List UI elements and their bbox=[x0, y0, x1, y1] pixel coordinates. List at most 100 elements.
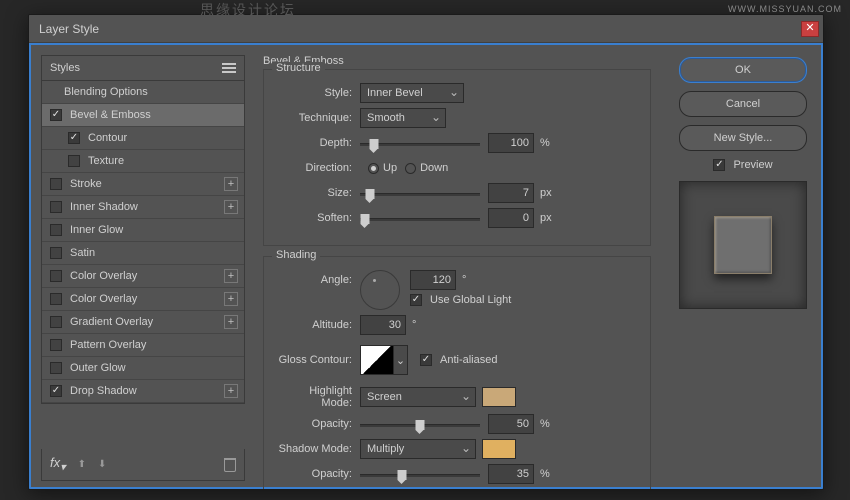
style-item-gradient-overlay[interactable]: Gradient Overlay + bbox=[42, 311, 244, 334]
ok-button[interactable]: OK bbox=[679, 57, 807, 83]
shading-legend: Shading bbox=[272, 249, 320, 261]
soften-unit: px bbox=[540, 212, 560, 224]
shadow-mode-select[interactable]: Multiply bbox=[360, 439, 476, 459]
new-style-button[interactable]: New Style... bbox=[679, 125, 807, 151]
technique-select[interactable]: Smooth bbox=[360, 108, 446, 128]
size-unit: px bbox=[540, 187, 560, 199]
highlight-opacity-label: Opacity: bbox=[276, 418, 360, 430]
style-item-satin[interactable]: Satin bbox=[42, 242, 244, 265]
style-checkbox[interactable] bbox=[68, 132, 80, 144]
style-checkbox[interactable] bbox=[50, 293, 62, 305]
arrow-up-icon[interactable]: ⬆ bbox=[78, 459, 86, 470]
style-item-outer-glow[interactable]: Outer Glow bbox=[42, 357, 244, 380]
style-item-contour[interactable]: Contour bbox=[42, 127, 244, 150]
style-label: Style: bbox=[276, 87, 360, 99]
style-checkbox[interactable] bbox=[50, 362, 62, 374]
add-effect-icon[interactable]: + bbox=[224, 315, 238, 329]
style-item-drop-shadow[interactable]: Drop Shadow + bbox=[42, 380, 244, 403]
add-effect-icon[interactable]: + bbox=[224, 177, 238, 191]
angle-input[interactable] bbox=[410, 270, 456, 290]
trash-icon[interactable] bbox=[224, 458, 236, 472]
shadow-mode-label: Shadow Mode: bbox=[276, 443, 360, 455]
structure-legend: Structure bbox=[272, 62, 325, 74]
styles-sidebar: Styles Blending Options Bevel & Emboss Co… bbox=[31, 45, 255, 487]
style-checkbox[interactable] bbox=[50, 201, 62, 213]
up-label: Up bbox=[383, 162, 397, 174]
altitude-deg: ° bbox=[412, 319, 432, 331]
s-opacity-unit: % bbox=[540, 468, 560, 480]
anti-aliased-label: Anti-aliased bbox=[440, 354, 497, 366]
arrow-down-icon[interactable]: ⬇ bbox=[98, 459, 106, 470]
shadow-color-swatch[interactable] bbox=[482, 439, 516, 459]
style-item-color-overlay[interactable]: Color Overlay + bbox=[42, 288, 244, 311]
add-effect-icon[interactable]: + bbox=[224, 384, 238, 398]
add-effect-icon[interactable]: + bbox=[224, 200, 238, 214]
highlight-mode-select[interactable]: Screen bbox=[360, 387, 476, 407]
style-item-label: Texture bbox=[88, 155, 124, 167]
angle-dial[interactable] bbox=[360, 270, 400, 310]
styles-header[interactable]: Styles bbox=[42, 56, 244, 81]
style-checkbox[interactable] bbox=[50, 178, 62, 190]
style-checkbox[interactable] bbox=[68, 155, 80, 167]
style-item-bevel-emboss[interactable]: Bevel & Emboss bbox=[42, 104, 244, 127]
gloss-contour-swatch[interactable] bbox=[360, 345, 394, 375]
style-checkbox[interactable] bbox=[50, 224, 62, 236]
style-item-inner-glow[interactable]: Inner Glow bbox=[42, 219, 244, 242]
menu-icon[interactable] bbox=[222, 63, 236, 73]
preview-label: Preview bbox=[733, 159, 772, 171]
altitude-input[interactable] bbox=[360, 315, 406, 335]
size-label: Size: bbox=[276, 187, 360, 199]
global-light-checkbox[interactable] bbox=[410, 294, 422, 306]
preview-box bbox=[679, 181, 807, 309]
style-item-texture[interactable]: Texture bbox=[42, 150, 244, 173]
highlight-color-swatch[interactable] bbox=[482, 387, 516, 407]
right-panel: OK Cancel New Style... Preview bbox=[665, 45, 821, 487]
close-button[interactable]: ✕ bbox=[801, 21, 819, 37]
depth-slider[interactable] bbox=[360, 136, 480, 150]
style-item-label: Outer Glow bbox=[70, 362, 126, 374]
preview-checkbox[interactable] bbox=[713, 159, 725, 171]
soften-input[interactable] bbox=[488, 208, 534, 228]
h-opacity-unit: % bbox=[540, 418, 560, 430]
style-checkbox[interactable] bbox=[50, 339, 62, 351]
style-item-label: Bevel & Emboss bbox=[70, 109, 151, 121]
size-slider[interactable] bbox=[360, 186, 480, 200]
add-effect-icon[interactable]: + bbox=[224, 269, 238, 283]
dialog-title: Layer Style bbox=[39, 22, 801, 36]
styles-header-label: Styles bbox=[50, 62, 80, 74]
highlight-opacity-input[interactable] bbox=[488, 414, 534, 434]
down-label: Down bbox=[420, 162, 448, 174]
shading-group: Shading Angle: ° Use Global Light bbox=[263, 256, 651, 490]
style-item-label: Color Overlay bbox=[70, 293, 137, 305]
soften-slider[interactable] bbox=[360, 211, 480, 225]
direction-up-radio[interactable] bbox=[368, 163, 379, 174]
style-item-inner-shadow[interactable]: Inner Shadow+ bbox=[42, 196, 244, 219]
style-checkbox[interactable] bbox=[50, 270, 62, 282]
style-checkbox[interactable] bbox=[50, 109, 62, 121]
style-checkbox[interactable] bbox=[50, 385, 62, 397]
watermark-url: WWW.MISSYUAN.COM bbox=[728, 4, 842, 14]
blending-options-item[interactable]: Blending Options bbox=[42, 81, 244, 104]
add-effect-icon[interactable]: + bbox=[224, 292, 238, 306]
highlight-opacity-slider[interactable] bbox=[360, 417, 480, 431]
style-item-stroke[interactable]: Stroke+ bbox=[42, 173, 244, 196]
style-item-label: Gradient Overlay bbox=[70, 316, 153, 328]
style-checkbox[interactable] bbox=[50, 247, 62, 259]
fx-icon[interactable]: fx▾ bbox=[50, 455, 66, 474]
style-item-pattern-overlay[interactable]: Pattern Overlay bbox=[42, 334, 244, 357]
style-select[interactable]: Inner Bevel bbox=[360, 83, 464, 103]
anti-aliased-checkbox[interactable] bbox=[420, 354, 432, 366]
gloss-contour-dropdown[interactable]: ⌄ bbox=[394, 345, 408, 375]
technique-label: Technique: bbox=[276, 112, 360, 124]
style-checkbox[interactable] bbox=[50, 316, 62, 328]
direction-label: Direction: bbox=[276, 162, 360, 174]
shadow-opacity-slider[interactable] bbox=[360, 467, 480, 481]
style-item-color-overlay[interactable]: Color Overlay+ bbox=[42, 265, 244, 288]
direction-down-radio[interactable] bbox=[405, 163, 416, 174]
style-item-label: Drop Shadow bbox=[70, 385, 137, 397]
global-light-label: Use Global Light bbox=[430, 294, 511, 306]
depth-input[interactable] bbox=[488, 133, 534, 153]
shadow-opacity-input[interactable] bbox=[488, 464, 534, 484]
cancel-button[interactable]: Cancel bbox=[679, 91, 807, 117]
size-input[interactable] bbox=[488, 183, 534, 203]
